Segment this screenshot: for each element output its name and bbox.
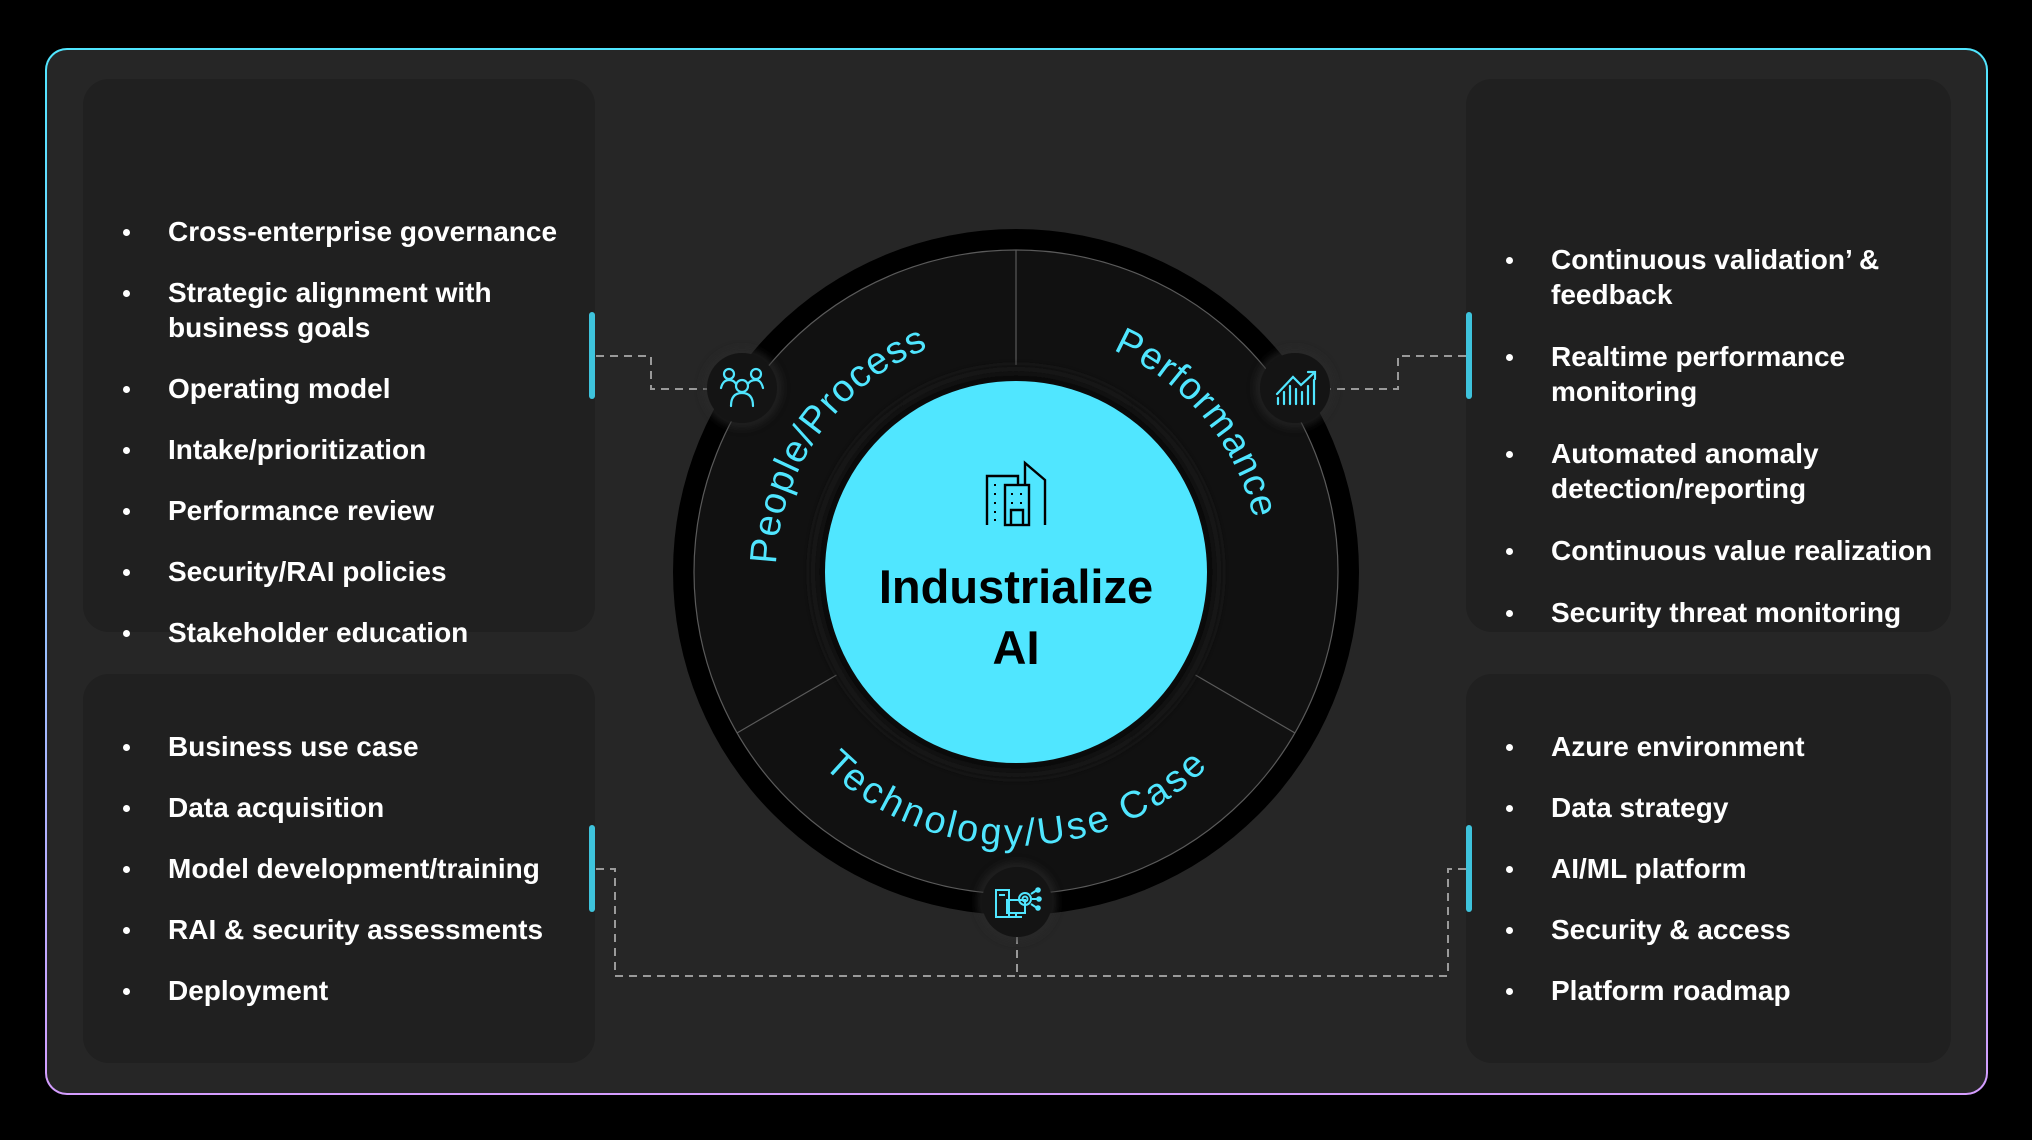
connector-performance: [1330, 355, 1466, 390]
performance-node: [1255, 348, 1335, 428]
accent-bar-technology: [589, 825, 595, 912]
people-node: [702, 348, 782, 428]
connector-people: [596, 355, 708, 390]
technology-node: [977, 862, 1057, 942]
center-title-line2: AI: [992, 621, 1040, 674]
accent-bar-performance: [1466, 312, 1472, 399]
accent-bar-platform: [1466, 825, 1472, 912]
accent-bar-people: [589, 312, 595, 399]
center-title-line1: Industrialize: [878, 560, 1154, 613]
